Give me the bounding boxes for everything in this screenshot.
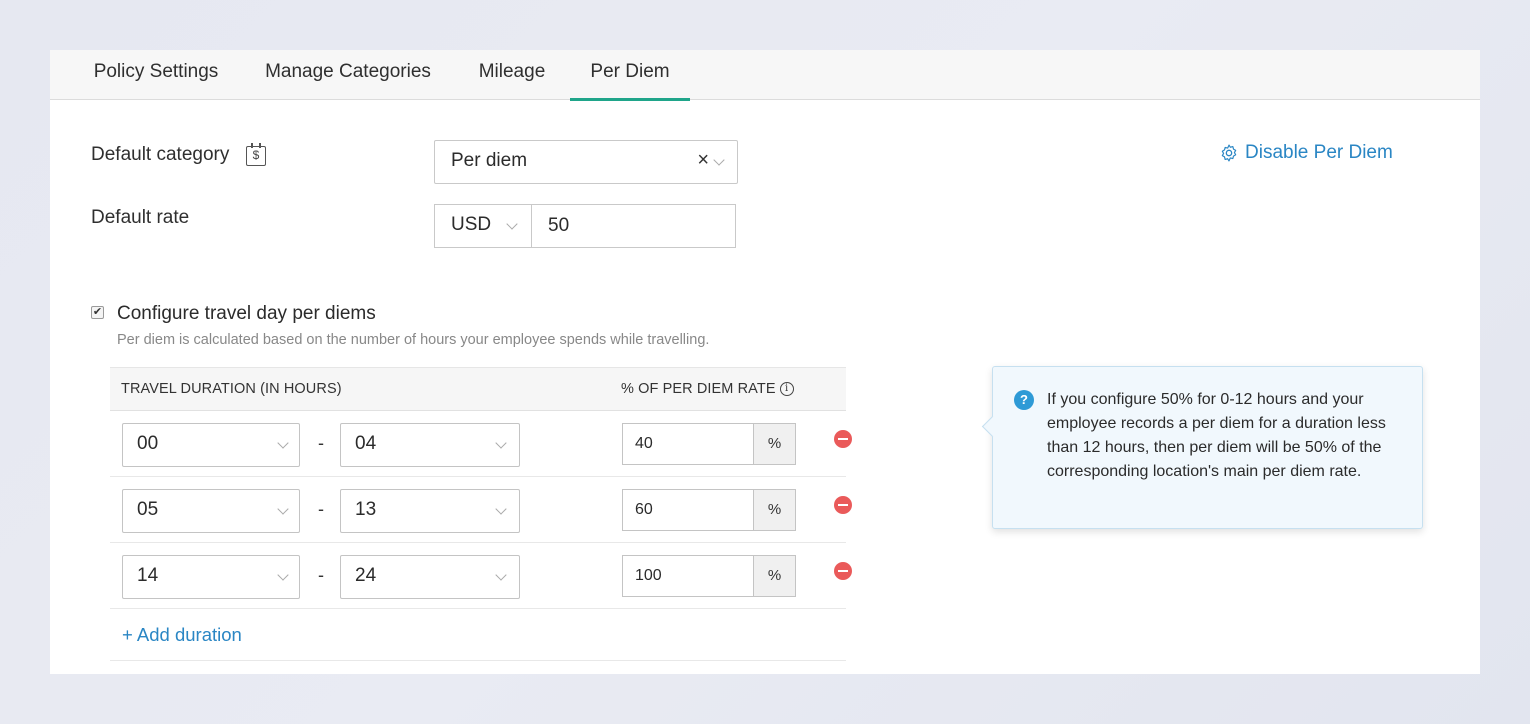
col-per-diem-rate-label: % OF PER DIEM RATE <box>621 381 776 397</box>
default-category-select[interactable]: Per diem × <box>434 140 738 184</box>
col-per-diem-rate: % OF PER DIEM RATE i <box>621 381 794 397</box>
tab-policy-settings[interactable]: Policy Settings <box>92 50 220 100</box>
disable-per-diem-link[interactable]: Disable Per Diem <box>1221 142 1393 164</box>
duration-to-value: 24 <box>355 565 377 586</box>
duration-to-select[interactable]: 04 <box>340 423 520 467</box>
chevron-down-icon <box>495 569 507 581</box>
expense-category-icon: $ <box>246 143 266 166</box>
chevron-down-icon <box>506 218 518 230</box>
duration-to-value: 04 <box>355 433 377 454</box>
range-separator: - <box>318 499 324 519</box>
default-category-label: Default category <box>91 144 230 165</box>
chevron-down-icon <box>277 569 289 581</box>
table-row: 00 - 04 % <box>110 411 852 477</box>
duration-from-select[interactable]: 05 <box>122 489 300 533</box>
duration-from-value: 05 <box>137 499 159 520</box>
chevron-down-icon[interactable] <box>713 154 725 166</box>
gear-icon <box>1221 144 1237 162</box>
settings-tab-bar: Policy Settings Manage Categories Mileag… <box>50 50 1480 101</box>
chevron-down-icon <box>495 437 507 449</box>
currency-value: USD <box>451 214 492 235</box>
duration-table-header: TRAVEL DURATION (IN HOURS) % OF PER DIEM… <box>110 367 846 411</box>
configure-travel-title: Configure travel day per diems <box>117 303 376 324</box>
rate-percent-input[interactable] <box>622 423 754 465</box>
default-rate-input[interactable] <box>531 204 736 248</box>
tab-per-diem[interactable]: Per Diem <box>570 50 690 101</box>
percent-addon: % <box>753 489 796 531</box>
default-category-value: Per diem <box>451 150 528 171</box>
disable-per-diem-label: Disable Per Diem <box>1245 142 1393 163</box>
rate-percent-input[interactable] <box>622 555 754 597</box>
currency-select[interactable]: USD <box>434 204 532 248</box>
divider <box>110 660 846 661</box>
table-row: 14 - 24 % <box>110 543 852 609</box>
range-separator: - <box>318 433 324 453</box>
chevron-down-icon <box>495 503 507 515</box>
duration-to-value: 13 <box>355 499 377 520</box>
percent-addon: % <box>753 423 796 465</box>
default-rate-label: Default rate <box>91 207 190 228</box>
range-separator: - <box>318 565 324 585</box>
duration-from-select[interactable]: 00 <box>122 423 300 467</box>
chevron-down-icon <box>277 437 289 449</box>
configure-travel-description: Per diem is calculated based on the numb… <box>117 332 710 348</box>
table-row: 05 - 13 % <box>110 477 852 543</box>
add-duration-link[interactable]: + Add duration <box>122 624 242 646</box>
col-travel-duration: TRAVEL DURATION (IN HOURS) <box>121 381 342 397</box>
help-tooltip: ? If you configure 50% for 0-12 hours an… <box>992 366 1423 529</box>
remove-row-icon[interactable] <box>834 496 852 514</box>
configure-travel-checkbox[interactable]: ✔ <box>91 306 104 319</box>
duration-from-select[interactable]: 14 <box>122 555 300 599</box>
help-icon: ? <box>1014 390 1034 410</box>
info-icon[interactable]: i <box>779 382 794 396</box>
rate-percent-input[interactable] <box>622 489 754 531</box>
per-diem-settings-card: Policy Settings Manage Categories Mileag… <box>50 50 1480 674</box>
percent-addon: % <box>753 555 796 597</box>
remove-row-icon[interactable] <box>834 430 852 448</box>
duration-from-value: 14 <box>137 565 159 586</box>
duration-from-value: 00 <box>137 433 159 454</box>
duration-to-select[interactable]: 13 <box>340 489 520 533</box>
clear-icon[interactable]: × <box>697 149 709 172</box>
tab-manage-categories[interactable]: Manage Categories <box>262 50 434 100</box>
chevron-down-icon <box>277 503 289 515</box>
remove-row-icon[interactable] <box>834 562 852 580</box>
tooltip-text: If you configure 50% for 0-12 hours and … <box>1047 391 1386 480</box>
duration-to-select[interactable]: 24 <box>340 555 520 599</box>
tab-mileage[interactable]: Mileage <box>477 50 547 100</box>
